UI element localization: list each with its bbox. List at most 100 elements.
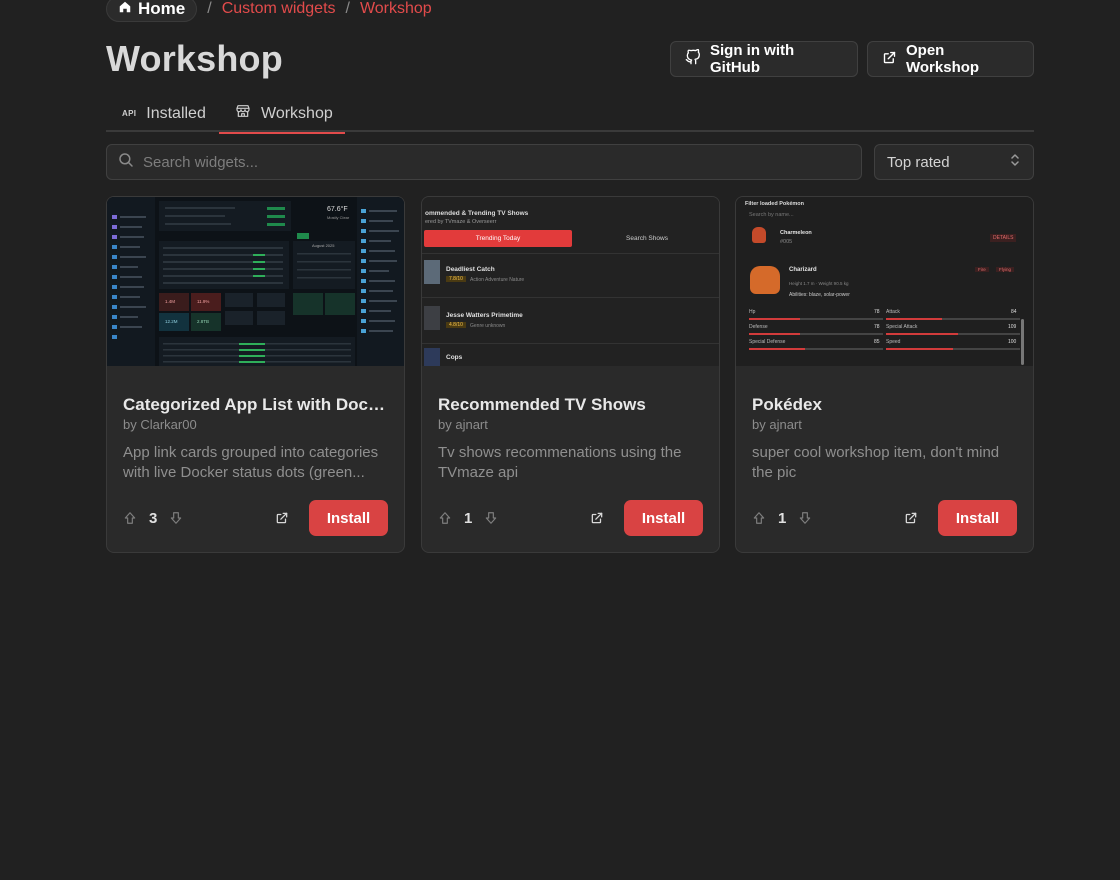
downvote-icon[interactable] (798, 511, 812, 525)
stat-bar (886, 318, 1020, 320)
sort-select[interactable]: Top rated (874, 144, 1034, 180)
stat-bar (749, 333, 883, 335)
stat-value: 100 (1008, 339, 1017, 345)
sign-in-github-button[interactable]: Sign in with GitHub (670, 41, 858, 77)
sort-select-value: Top rated (887, 153, 950, 171)
stat-bar (886, 348, 1020, 350)
widget-card[interactable]: Filter loaded Pokémon Search by name... … (735, 196, 1034, 553)
tab-installed[interactable]: API Installed (122, 95, 206, 132)
widget-thumbnail: 67.6°F Mostly Clear August 2025 1.4M 11.… (107, 197, 404, 366)
install-button[interactable]: Install (938, 500, 1017, 536)
home-icon (118, 0, 132, 19)
vote-group: 1 (752, 510, 812, 527)
tab-installed-label: Installed (146, 104, 206, 122)
thumb-show-row: Cops (422, 343, 719, 366)
pokemon-type: Fire (975, 267, 989, 272)
card-title: Recommended TV Shows (438, 395, 646, 414)
breadcrumb-workshop[interactable]: Workshop (360, 0, 432, 18)
thumb-stat: 12.2M (165, 319, 178, 324)
card-author: by Clarkar00 (123, 417, 197, 432)
external-link-icon[interactable] (590, 511, 604, 525)
thumb-stat: 2.8TB (197, 319, 209, 324)
search-input[interactable] (143, 153, 823, 171)
show-name: Deadliest Catch (446, 266, 495, 273)
vote-count: 3 (149, 509, 158, 527)
thumb-search-placeholder: Search by name... (749, 212, 794, 218)
thumb-stat: 1.4M (165, 299, 175, 304)
upvote-icon[interactable] (123, 511, 137, 525)
widget-thumbnail: Filter loaded Pokémon Search by name... … (736, 197, 1033, 366)
card-description: Tv shows recommenations using the TVmaze… (438, 444, 682, 481)
downvote-icon[interactable] (169, 511, 183, 525)
card-footer: 1 Install (752, 500, 1017, 536)
stat-label: Hp (749, 309, 756, 315)
breadcrumb: Home / Custom widgets / Workshop (106, 0, 432, 22)
breadcrumb-separator: / (207, 0, 212, 17)
install-button[interactable]: Install (309, 500, 388, 536)
show-genres: Action Adventure Nature (470, 277, 525, 283)
breadcrumb-home[interactable]: Home (106, 0, 198, 22)
open-workshop-button[interactable]: Open Workshop (867, 41, 1034, 77)
breadcrumb-separator: / (345, 0, 350, 17)
upvote-icon[interactable] (752, 511, 766, 525)
show-poster (424, 260, 440, 284)
stat-label: Defense (749, 324, 768, 330)
show-name: Jesse Watters Primetime (446, 312, 523, 319)
thumb-weather: Mostly Clear (327, 215, 350, 220)
card-author: by ajnart (752, 417, 802, 432)
thumb-scrollbar (1021, 319, 1024, 365)
stat-value: 78 (874, 324, 880, 330)
search-box (106, 144, 862, 180)
widget-card[interactable]: ommended & Trending TV Shows ered by TVm… (421, 196, 720, 553)
breadcrumb-custom-widgets[interactable]: Custom widgets (222, 0, 336, 18)
external-link-icon (882, 50, 897, 69)
stat-bar (749, 318, 883, 320)
pokemon-meta: Height 1.7 m · Weight 90.5 kg (789, 281, 849, 286)
external-link-icon[interactable] (275, 511, 289, 525)
card-description: super cool workshop item, don't mind the… (752, 444, 1000, 481)
widget-card[interactable]: 67.6°F Mostly Clear August 2025 1.4M 11.… (106, 196, 405, 553)
store-icon (235, 103, 251, 124)
tab-workshop[interactable]: Workshop (219, 95, 345, 134)
pokemon-sprite (752, 227, 766, 243)
vote-count: 1 (464, 509, 473, 527)
thumb-subheading: ered by TVmaze & Overseerr (425, 219, 497, 225)
open-workshop-label: Open Workshop (906, 42, 980, 76)
stat-label: Special Attack (886, 324, 918, 330)
pokemon-name: Charmeleon (780, 230, 812, 236)
stat-value: 109 (1008, 324, 1017, 330)
show-rating: 4.8/10 (446, 322, 466, 328)
pokemon-name: Charizard (789, 267, 817, 273)
vote-group: 1 (438, 510, 498, 527)
stat-label: Speed (886, 339, 901, 345)
thumb-filter-label: Filter loaded Pokémon (745, 201, 804, 207)
thumb-tab-trending: Trending Today (424, 230, 572, 247)
thumb-stat: 11.9% (197, 299, 209, 304)
thumb-tab-search: Search Shows (626, 235, 668, 242)
stat-value: 84 (1011, 309, 1017, 315)
tab-workshop-label: Workshop (261, 104, 333, 122)
thumb-show-row: Deadliest Catch 7.8/10 Action Adventure … (422, 253, 719, 297)
thumb-heading: ommended & Trending TV Shows (425, 210, 529, 217)
chevron-up-down-icon (1009, 153, 1021, 171)
thumb-calendar-month: August 2025 (312, 243, 335, 248)
details-badge: DETAILS (990, 234, 1017, 242)
pokemon-type: Flying (996, 267, 1015, 272)
show-poster (424, 348, 440, 366)
stat-bar (749, 348, 883, 350)
vote-count: 1 (778, 509, 787, 527)
stat-label: Special Defense (749, 339, 786, 345)
stat-value: 85 (874, 339, 880, 345)
install-button[interactable]: Install (624, 500, 703, 536)
upvote-icon[interactable] (438, 511, 452, 525)
breadcrumb-home-label: Home (138, 0, 186, 18)
stat-value: 78 (874, 309, 880, 315)
downvote-icon[interactable] (484, 511, 498, 525)
search-icon (117, 151, 135, 174)
pokemon-abilities: Abilities: blaze, solar-power (789, 292, 850, 298)
card-title: Pokédex (752, 395, 822, 414)
card-description: App link cards grouped into categories w… (123, 444, 379, 481)
github-icon (685, 48, 701, 69)
card-author: by ajnart (438, 417, 488, 432)
external-link-icon[interactable] (904, 511, 918, 525)
